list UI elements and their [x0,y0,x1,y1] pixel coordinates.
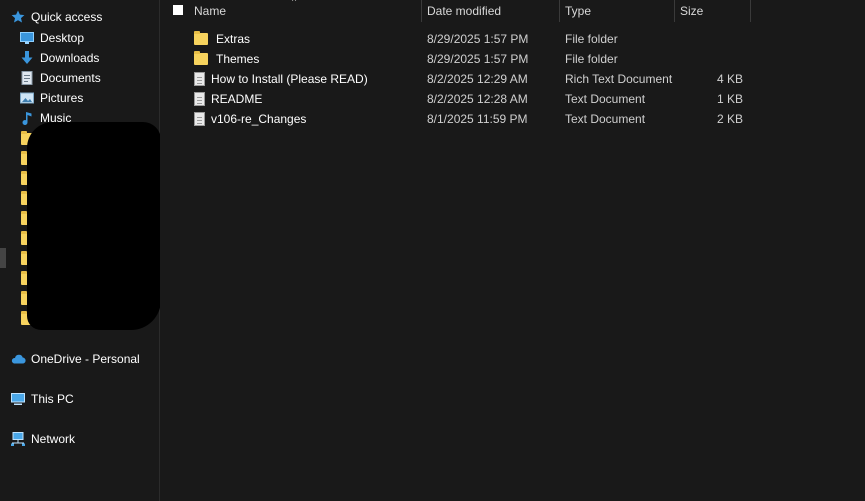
network-icon [10,431,26,447]
file-date: 8/2/2025 12:29 AM [427,72,528,86]
file-date: 8/2/2025 12:28 AM [427,92,528,106]
file-name: v106-re_Changes [211,112,307,126]
computer-icon [10,391,26,407]
nav-network[interactable]: Network [10,429,75,449]
file-list-pane: ^ Name Date modified Type Size Extras 8/… [160,0,865,501]
file-size [680,29,743,49]
text-document-icon [194,92,205,106]
nav-quick-access[interactable]: Quick access [10,7,102,27]
file-date: 8/29/2025 1:57 PM [427,32,529,46]
nav-item-downloads[interactable]: Downloads [19,48,99,68]
file-name: Extras [216,32,251,46]
file-size [680,49,743,69]
rtf-document-icon [194,72,205,86]
pictures-icon [19,90,35,106]
nav-this-pc-label: This PC [31,392,74,406]
column-header-date[interactable]: Date modified [421,0,559,22]
file-row[interactable]: Themes 8/29/2025 1:57 PM File folder [160,49,865,69]
file-size: 4 KB [716,72,743,86]
file-name: Themes [216,52,260,66]
file-type: File folder [565,32,618,46]
nav-this-pc[interactable]: This PC [10,389,74,409]
column-header-row: ^ Name Date modified Type Size [160,0,865,22]
desktop-icon [19,30,35,46]
nav-item-label: Downloads [40,51,100,65]
file-type: File folder [565,52,618,66]
file-size: 1 KB [716,92,743,106]
folder-icon [194,31,208,45]
text-document-icon [194,112,205,126]
file-row[interactable]: v106-re_Changes 8/1/2025 11:59 PM Text D… [160,109,865,129]
nav-item-desktop[interactable]: Desktop [19,28,84,48]
music-note-icon [19,110,35,126]
file-type: Text Document [565,92,646,106]
file-type: Text Document [565,112,646,126]
select-all-checkbox[interactable] [173,5,183,15]
nav-item-pictures[interactable]: Pictures [19,88,83,108]
column-header-size[interactable]: Size [674,0,750,22]
download-arrow-icon [19,50,35,66]
nav-selection-indicator [0,248,6,268]
file-name: How to Install (Please READ) [211,72,368,86]
file-row[interactable]: Extras 8/29/2025 1:57 PM File folder [160,29,865,49]
file-row[interactable]: How to Install (Please READ) 8/2/2025 12… [160,69,865,89]
file-row[interactable]: README 8/2/2025 12:28 AM Text Document 1… [160,89,865,109]
file-type: Rich Text Document [565,72,673,86]
file-date: 8/29/2025 1:57 PM [427,52,529,66]
redaction-mark [27,122,161,330]
file-date: 8/1/2025 11:59 PM [427,112,528,126]
star-icon [10,9,26,25]
nav-quick-access-label: Quick access [31,10,103,24]
column-header-name[interactable]: Name [188,0,421,22]
column-divider[interactable] [750,0,751,22]
nav-item-documents[interactable]: Documents [19,68,101,88]
nav-item-label: Documents [40,71,101,85]
navigation-pane: Quick access Desktop Downloads Documents… [0,0,161,501]
file-size: 2 KB [716,112,743,126]
column-header-type[interactable]: Type [559,0,674,22]
nav-onedrive-label: OneDrive - Personal [31,352,140,366]
cloud-icon [10,351,26,367]
nav-onedrive[interactable]: OneDrive - Personal [10,349,140,369]
nav-item-label: Pictures [40,91,84,105]
nav-item-label: Desktop [40,31,85,45]
folder-icon [194,51,208,65]
documents-icon [19,70,35,86]
nav-network-label: Network [31,432,76,446]
file-name: README [211,92,263,106]
